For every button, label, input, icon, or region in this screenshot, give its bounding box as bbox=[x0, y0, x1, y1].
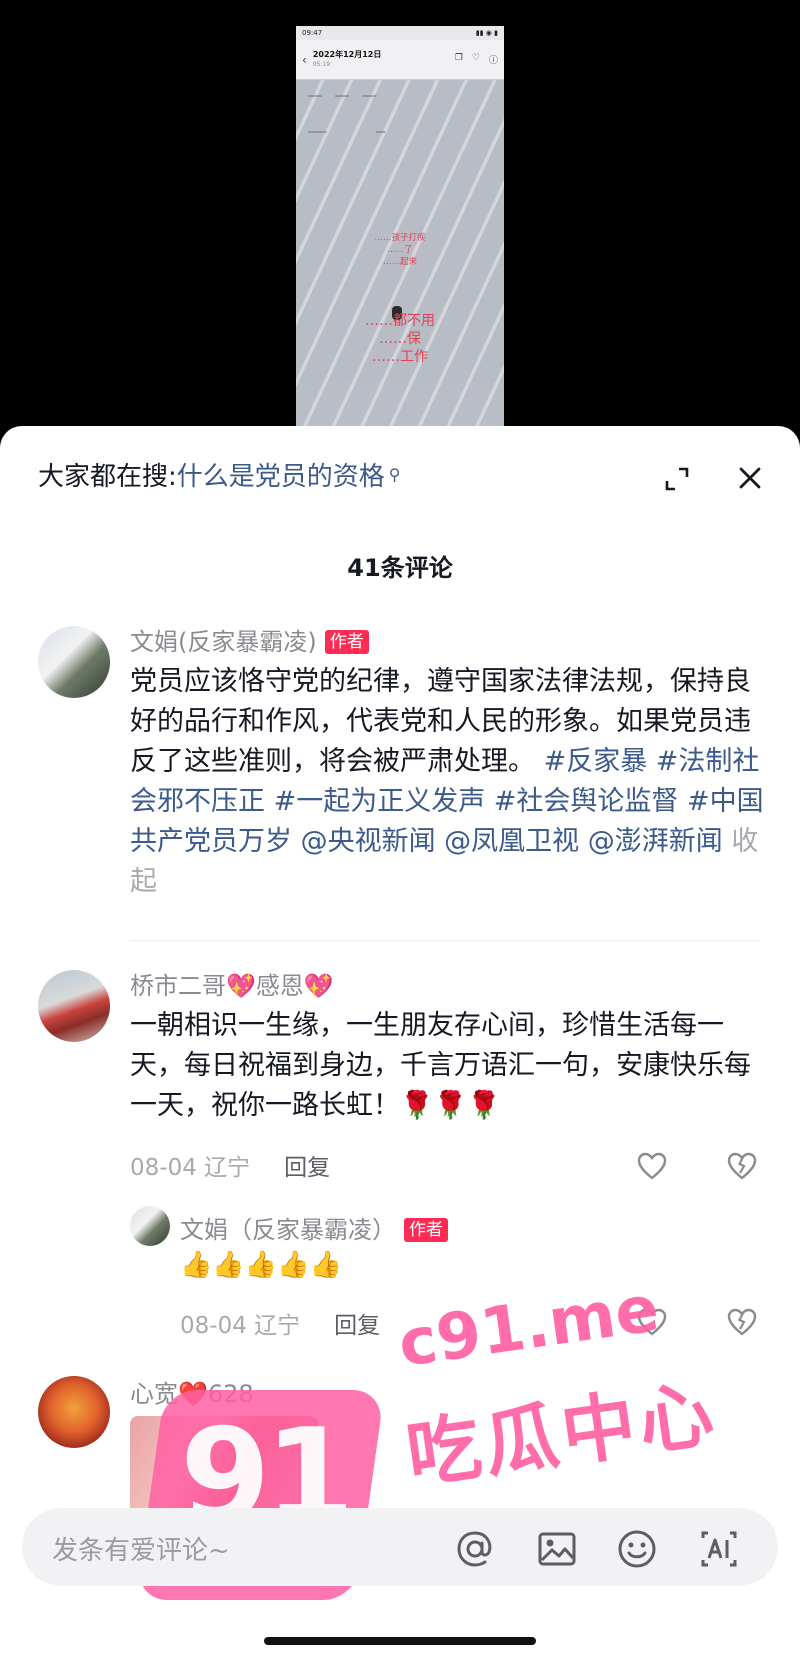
video-info-icon: ⓘ bbox=[488, 56, 498, 66]
author-badge: 作者 bbox=[404, 1218, 448, 1242]
search-icon: ⚲ bbox=[388, 465, 401, 484]
ai-icon[interactable] bbox=[698, 1528, 740, 1570]
comment-username[interactable]: 桥市二哥💖感恩💖 bbox=[130, 966, 334, 1001]
comment-meta: 08-04 辽宁 回复 bbox=[130, 1148, 330, 1182]
video-header-icons: ❐ ♡ ⓘ bbox=[455, 53, 498, 66]
video-status-bar: 09:47 ▮▮ ◉ ▮ bbox=[296, 26, 504, 40]
comment-input-bar[interactable]: 发条有爱评论~ bbox=[22, 1508, 778, 1586]
search-suggestion[interactable]: 大家都在搜: 什么是党员的资格 ⚲ bbox=[38, 456, 401, 493]
avatar[interactable] bbox=[130, 1206, 170, 1246]
comment-date: 08-04 辽宁 bbox=[130, 1155, 251, 1181]
video-area[interactable]: 09:47 ▮▮ ◉ ▮ ‹ 2022年12月12日 05:19 ❐ ♡ ⓘ ▁… bbox=[0, 0, 800, 440]
comment-username[interactable]: 文娟(反家暴霸凌) 作者 bbox=[130, 622, 369, 657]
reply-button[interactable]: 回复 bbox=[284, 1155, 330, 1181]
reply-button[interactable]: 回复 bbox=[334, 1313, 380, 1339]
comment-text[interactable]: 一朝相识一生缘，一生朋友存心间，珍惜生活每一天，每日祝福到身边，千言万语汇一句，… bbox=[130, 1006, 770, 1126]
search-term[interactable]: 什么是党员的资格 bbox=[177, 456, 385, 493]
comments-count: 41条评论 bbox=[347, 554, 453, 582]
video-back-icon: ‹ bbox=[302, 52, 307, 67]
close-icon[interactable] bbox=[738, 466, 762, 490]
dislike-icon[interactable] bbox=[726, 1150, 758, 1182]
comment-meta: 08-04 辽宁 回复 bbox=[180, 1306, 380, 1340]
image-icon[interactable] bbox=[536, 1528, 578, 1570]
comment-username[interactable]: 文娟（反家暴霸凌） 作者 bbox=[180, 1210, 448, 1245]
comment-input[interactable]: 发条有爱评论~ bbox=[52, 1530, 230, 1567]
author-badge: 作者 bbox=[324, 630, 369, 654]
comment-text[interactable]: 👍👍👍👍👍 bbox=[180, 1250, 342, 1280]
comment-date: 08-04 辽宁 bbox=[180, 1313, 301, 1339]
emoji-icon[interactable] bbox=[616, 1528, 658, 1570]
avatar[interactable] bbox=[38, 1376, 110, 1448]
home-indicator[interactable] bbox=[264, 1637, 536, 1645]
video-header-time: 05:19 bbox=[312, 60, 331, 68]
video-red-text-small: ……孩子打疾 ……了 ……起来 bbox=[374, 233, 426, 267]
video-heart-icon: ♡ bbox=[471, 53, 480, 63]
dislike-icon[interactable] bbox=[726, 1306, 758, 1338]
video-copy-icon: ❐ bbox=[454, 53, 463, 63]
search-prefix: 大家都在搜: bbox=[38, 462, 177, 492]
comment-text[interactable]: 党员应该恪守党的纪律，遵守国家法律法规，保持良好的品行和作风，代表党和人民的形象… bbox=[130, 662, 770, 902]
expand-icon[interactable] bbox=[664, 466, 690, 492]
avatar[interactable] bbox=[38, 626, 110, 698]
video-status-time: 09:47 bbox=[302, 29, 323, 37]
divider bbox=[130, 940, 760, 941]
video-header-date: 2022年12月12日 bbox=[312, 49, 382, 59]
mention-icon[interactable] bbox=[454, 1528, 496, 1570]
video-screenshot: 09:47 ▮▮ ◉ ▮ ‹ 2022年12月12日 05:19 ❐ ♡ ⓘ ▁… bbox=[296, 26, 504, 426]
video-chat-header: ‹ 2022年12月12日 05:19 ❐ ♡ ⓘ bbox=[296, 40, 504, 80]
heart-icon[interactable] bbox=[636, 1150, 668, 1182]
avatar[interactable] bbox=[38, 970, 110, 1042]
video-content: ▁▁▁ ▁▁▁ ▁▁▁ ▁▁▁▁ ▁▁ ……孩子打疾 ……了 ……起来 ……都不… bbox=[296, 80, 504, 426]
video-red-text-big: ……都不用 ……保 ……工作 bbox=[365, 313, 435, 365]
